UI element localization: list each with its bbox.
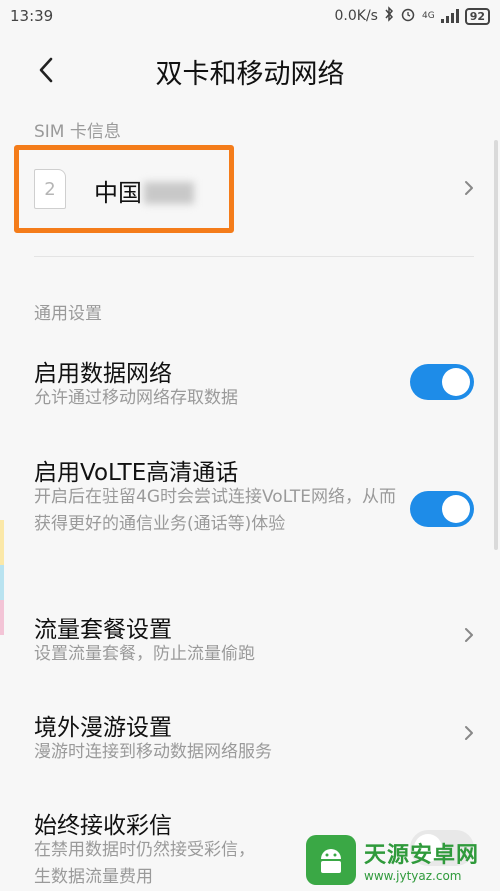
network-speed: 0.0K/s — [334, 8, 378, 24]
battery-icon: 92 — [464, 7, 490, 25]
setting-row-volte[interactable]: 启用VoLTE高清通话 开启后在驻留4G时会尝试连接VoLTE网络，从而获得更好… — [0, 453, 500, 571]
carrier-name: 中国 — [94, 173, 194, 208]
top-bar: 双卡和移动网络 — [0, 40, 500, 100]
edge-accent-pink — [0, 600, 4, 635]
setting-title: 流量套餐设置 — [34, 617, 172, 643]
setting-title: 启用数据网络 — [34, 361, 172, 387]
setting-subtitle: 开启后在驻留4G时会尝试连接VoLTE网络，从而获得更好的通信业务(通话等)体验 — [34, 487, 396, 534]
sim-card-icon: 2 — [34, 169, 66, 209]
volte-toggle[interactable] — [410, 491, 474, 527]
watermark-url: www.jytyaz.com — [364, 869, 462, 883]
setting-subtitle: 设置流量套餐，防止流量偷跑 — [34, 644, 255, 664]
page-title: 双卡和移动网络 — [155, 59, 345, 90]
setting-title: 境外漫游设置 — [34, 715, 172, 741]
setting-title: 始终接收彩信 — [34, 813, 172, 839]
chevron-right-icon — [462, 181, 476, 195]
setting-subtitle: 漫游时连接到移动数据网络服务 — [34, 742, 272, 762]
android-logo-icon — [306, 835, 356, 885]
status-time: 13:39 — [10, 7, 54, 25]
status-icons: 0.0K/s 4G 92 — [335, 6, 490, 26]
network-type: 4G — [421, 11, 435, 21]
setting-row-data-network[interactable]: 启用数据网络 允许通过移动网络存取数据 — [0, 354, 500, 414]
chevron-right-icon — [462, 628, 476, 642]
setting-row-roaming[interactable]: 境外漫游设置 漫游时连接到移动数据网络服务 — [0, 708, 500, 768]
alarm-icon — [400, 6, 416, 26]
toggle-knob — [442, 495, 470, 523]
data-network-toggle[interactable] — [410, 364, 474, 400]
watermark: 天源安卓网 www.jytyaz.com — [306, 830, 500, 890]
sim-card-row[interactable]: 2 中国 — [14, 145, 500, 233]
blurred-text — [144, 182, 194, 204]
sim-slot-number: 2 — [44, 178, 56, 200]
signal-icon — [440, 9, 459, 23]
divider — [34, 256, 474, 257]
sim-section-title: SIM 卡信息 — [34, 122, 121, 142]
setting-title: 启用VoLTE高清通话 — [34, 460, 239, 486]
edge-accent-blue — [0, 565, 4, 600]
chevron-right-icon — [462, 726, 476, 740]
setting-row-data-plan[interactable]: 流量套餐设置 设置流量套餐，防止流量偷跑 — [0, 610, 500, 670]
general-section-title: 通用设置 — [34, 304, 102, 324]
watermark-name: 天源安卓网 — [364, 843, 480, 868]
status-bar: 13:39 0.0K/s 4G 92 — [0, 0, 500, 32]
setting-subtitle: 允许通过移动网络存取数据 — [34, 388, 238, 408]
edge-accent-yellow — [0, 520, 4, 565]
toggle-knob — [442, 368, 470, 396]
bluetooth-icon — [384, 6, 394, 26]
scrollbar[interactable] — [494, 140, 498, 550]
